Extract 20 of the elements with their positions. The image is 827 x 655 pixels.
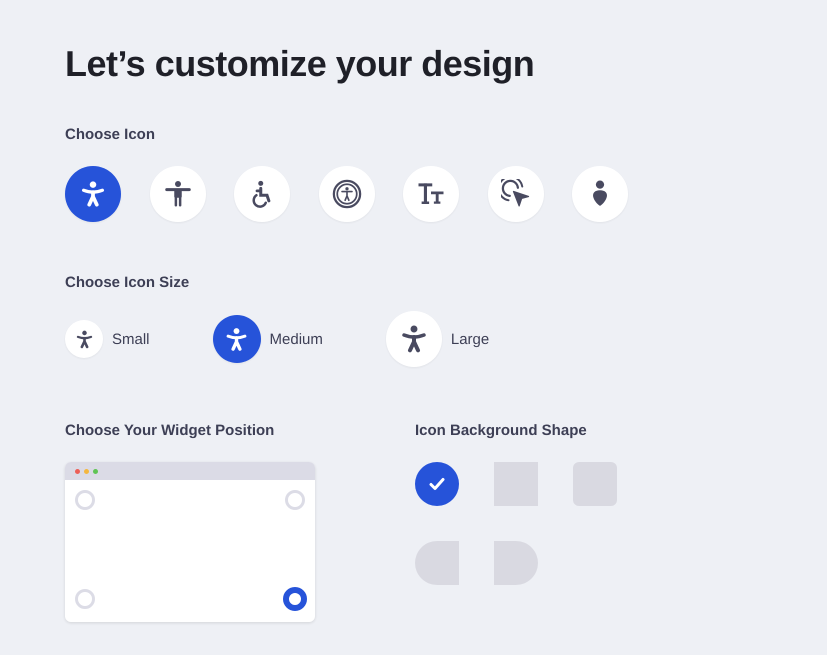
icon-option[interactable] (65, 166, 121, 222)
position-radio[interactable] (283, 587, 307, 611)
check-icon (429, 477, 445, 491)
cursor-click-icon (500, 179, 530, 209)
section-heading: Icon Background Shape (415, 421, 588, 441)
section-heading: Choose Icon (65, 125, 156, 145)
window-dot (93, 468, 98, 474)
size-option[interactable] (212, 315, 261, 363)
size-label: Medium (270, 330, 323, 348)
section-heading: Choose Your Widget Position (65, 421, 276, 441)
window-dot (75, 468, 80, 474)
person-icon (162, 179, 192, 209)
accessibility-icon (332, 179, 362, 209)
size-label: Small (112, 330, 150, 348)
section-heading: Choose Icon Size (65, 273, 190, 293)
window-dot (84, 468, 89, 474)
shape-option[interactable] (415, 462, 459, 506)
page-title: Let’s customize your design (65, 42, 536, 86)
size-option[interactable] (65, 320, 103, 358)
size-label: Large (450, 330, 490, 348)
